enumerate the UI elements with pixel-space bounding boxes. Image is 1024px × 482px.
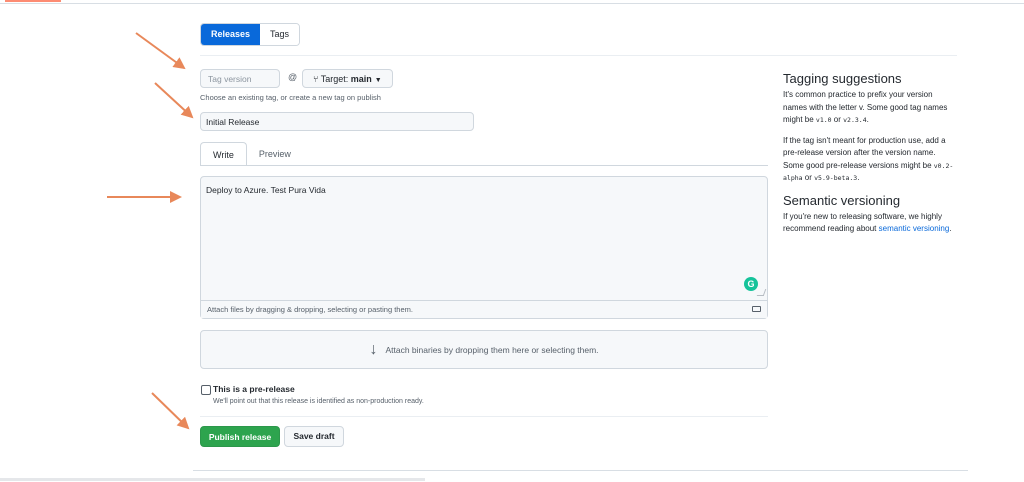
- tab-releases[interactable]: Releases: [201, 24, 261, 45]
- release-notes-text: Deploy to Azure. Test Pura Vida: [206, 185, 326, 195]
- editor-tabs: Write Preview: [200, 142, 303, 166]
- release-tag-switch: Releases Tags: [200, 23, 301, 46]
- chevron-down-icon: ▼: [374, 77, 382, 84]
- text-segment: .: [866, 115, 869, 124]
- release-title-input[interactable]: Initial Release: [200, 112, 474, 131]
- footer-divider: [193, 470, 968, 471]
- at-symbol: @: [288, 72, 298, 82]
- side-panel: Tagging suggestions It's common practice…: [783, 71, 958, 244]
- semantic-versioning-link[interactable]: semantic versioning: [879, 224, 950, 233]
- active-nav-indicator: [5, 0, 61, 2]
- semantic-versioning-text: If you're new to releasing software, we …: [783, 211, 958, 236]
- text-segment: or: [831, 115, 844, 124]
- text-segment: .: [949, 224, 952, 233]
- top-nav-underline: [0, 0, 1024, 4]
- grammarly-icon[interactable]: G: [744, 277, 758, 291]
- prerelease-description: We'll point out that this release is ide…: [213, 398, 424, 405]
- semantic-versioning-heading: Semantic versioning: [783, 192, 901, 208]
- attach-files-bar[interactable]: Attach files by dragging & dropping, sel…: [201, 300, 767, 318]
- target-branch: main: [350, 74, 372, 84]
- binaries-dropzone[interactable]: ↓ Attach binaries by dropping them here …: [200, 330, 768, 369]
- tagging-suggestions-heading: Tagging suggestions: [783, 71, 902, 86]
- tab-preview[interactable]: Preview: [247, 142, 303, 166]
- code-sample: v2.3.4: [843, 116, 867, 124]
- save-draft-button[interactable]: Save draft: [284, 426, 344, 447]
- binaries-label: Attach binaries by dropping them here or…: [385, 344, 599, 355]
- text-segment: .: [857, 173, 860, 182]
- prerelease-label[interactable]: This is a pre-release: [213, 384, 295, 394]
- prerelease-suggestions-text: If the tag isn't meant for production us…: [783, 135, 958, 185]
- horizontal-scrollbar[interactable]: [0, 478, 425, 481]
- publish-release-button[interactable]: Publish release: [200, 426, 280, 447]
- branch-icon: ⑂: [313, 74, 321, 84]
- markdown-icon: [752, 306, 761, 312]
- tab-tags[interactable]: Tags: [260, 24, 300, 45]
- code-sample: v5.9-beta.3: [814, 174, 858, 182]
- text-segment: If the tag isn't meant for production us…: [783, 135, 946, 170]
- code-sample: v1.0: [815, 116, 832, 124]
- tagging-suggestions-text: It's common practice to prefix your vers…: [783, 89, 958, 127]
- resize-handle[interactable]: [756, 289, 767, 296]
- divider: [200, 55, 957, 56]
- text-segment: or: [802, 173, 815, 182]
- target-branch-button[interactable]: ⑂ Target: main ▼: [302, 69, 393, 88]
- tag-version-input[interactable]: Tag version: [200, 69, 280, 88]
- target-label: Target:: [320, 74, 349, 84]
- annotation-arrow-title: [154, 82, 194, 119]
- tab-write[interactable]: Write: [200, 142, 247, 166]
- editor-tabs-underline: [200, 165, 768, 166]
- divider: [200, 416, 768, 417]
- annotation-arrow-publish: [151, 392, 190, 430]
- tag-hint: Choose an existing tag, or create a new …: [200, 93, 381, 102]
- attach-files-hint: Attach files by dragging & dropping, sel…: [207, 305, 413, 314]
- arrow-down-icon: ↓: [369, 340, 378, 358]
- prerelease-checkbox[interactable]: [201, 385, 211, 395]
- annotation-arrow-tag: [135, 32, 186, 70]
- release-notes-textarea[interactable]: Deploy to Azure. Test Pura Vida G Attach…: [200, 176, 768, 319]
